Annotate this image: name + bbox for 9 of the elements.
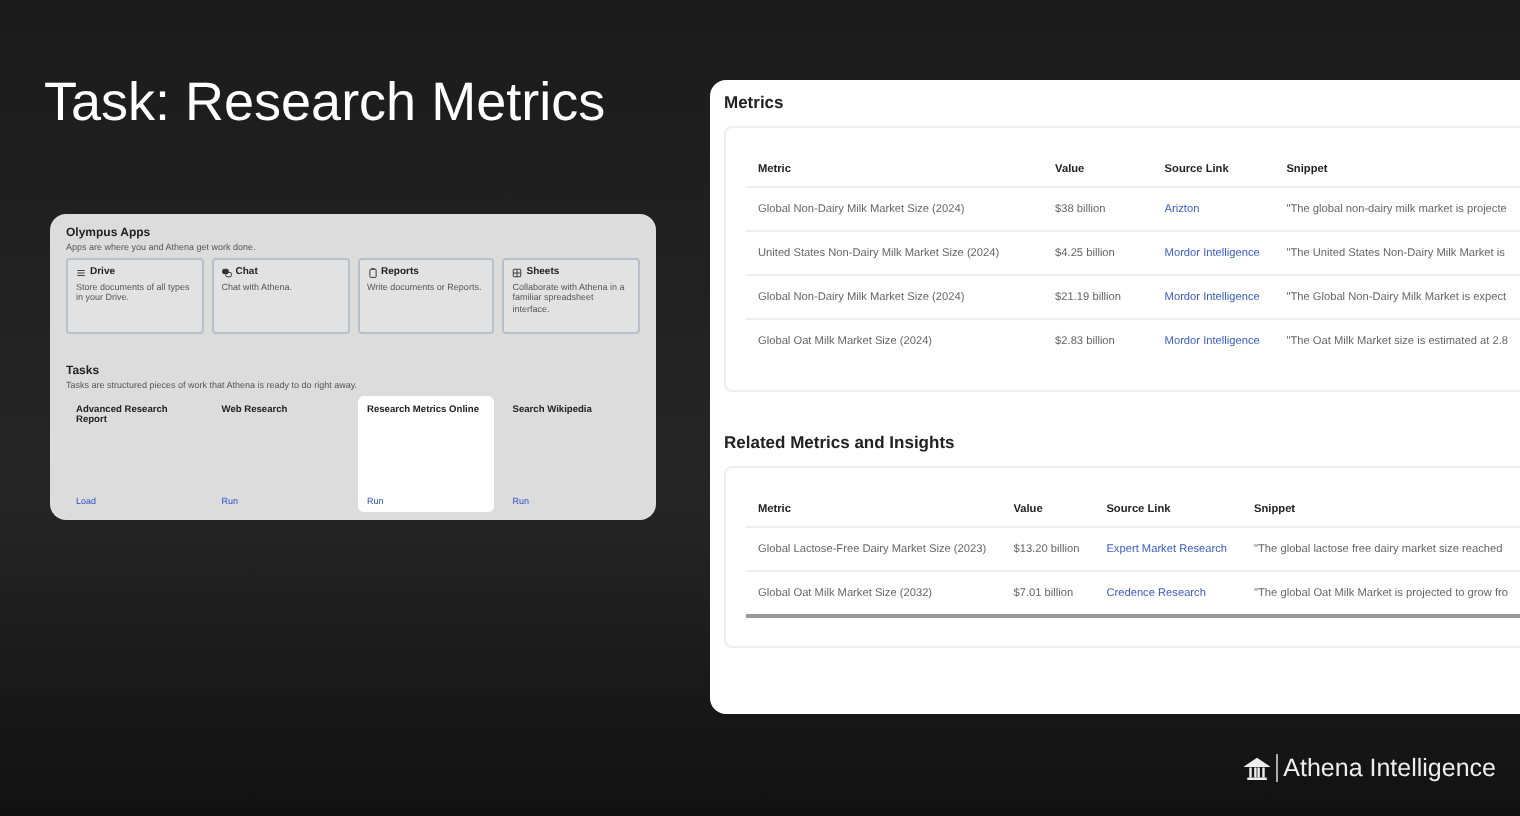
list-icon xyxy=(76,267,86,277)
temple-icon xyxy=(1243,755,1270,781)
slide-title: Task: Research Metrics xyxy=(44,72,608,134)
chat-bubbles-icon xyxy=(221,267,232,277)
clipboard-icon xyxy=(367,267,377,277)
brand-name: Athena Intelligence xyxy=(1283,754,1496,782)
grid-icon xyxy=(512,267,523,277)
section-title: Metrics xyxy=(724,92,786,112)
section-title: Related Metrics and Insights xyxy=(724,432,957,452)
